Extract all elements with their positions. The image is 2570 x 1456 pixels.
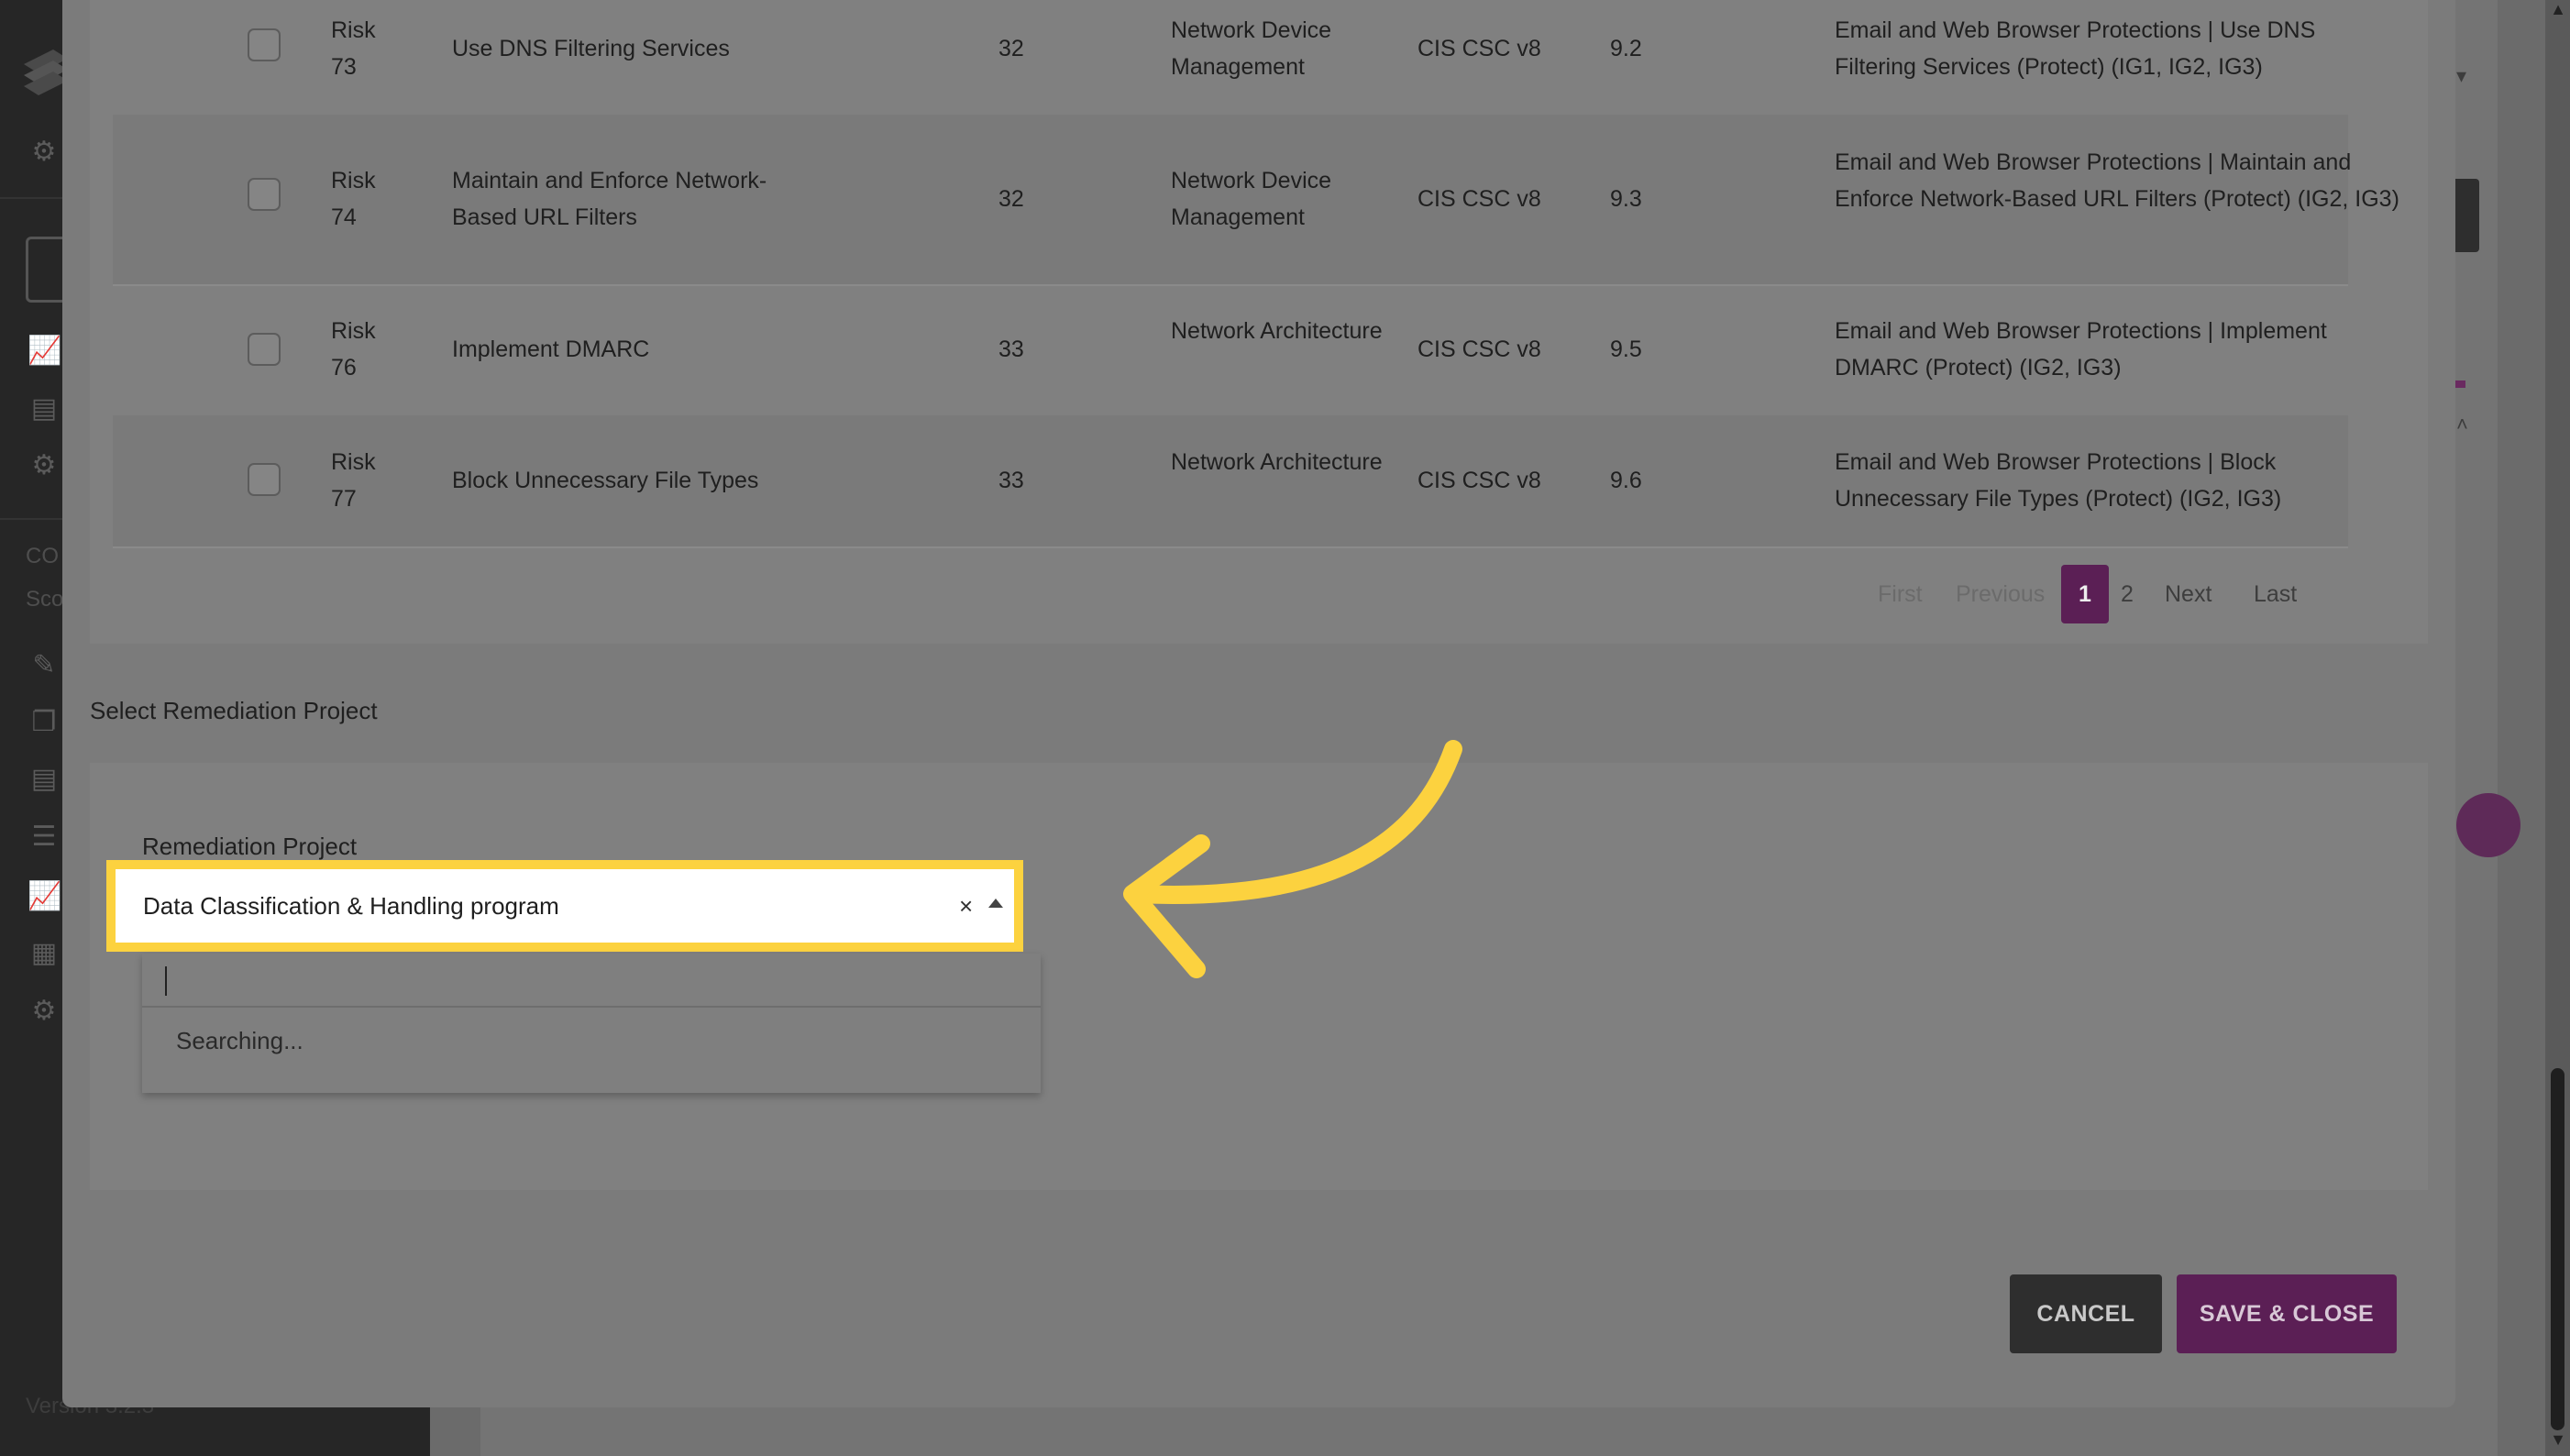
row-checkbox[interactable] — [248, 333, 281, 366]
save-close-button[interactable]: SAVE & CLOSE — [2177, 1274, 2397, 1353]
risk-score: 32 — [998, 36, 1024, 61]
row-checkbox[interactable] — [248, 463, 281, 496]
document-icon[interactable]: ▤ — [28, 392, 61, 425]
chevron-up-icon[interactable]: ˄ — [2456, 413, 2468, 436]
risk-control: 9.2 — [1610, 36, 1642, 61]
risk-id: Risk 77 — [331, 449, 376, 512]
risk-framework: CIS CSC v8 — [1417, 186, 1541, 212]
risk-framework: CIS CSC v8 — [1417, 36, 1541, 61]
risk-framework: CIS CSC v8 — [1417, 468, 1541, 493]
risk-score: 33 — [998, 336, 1024, 362]
dropdown-search-input[interactable] — [142, 954, 1041, 1008]
table-row[interactable]: Risk 74 Maintain and Enforce Network-Bas… — [113, 115, 2399, 286]
risk-title: Maintain and Enforce Network-Based URL F… — [452, 168, 767, 230]
row-checkbox[interactable] — [248, 178, 281, 211]
arrow-callout — [1123, 740, 1462, 978]
cancel-button[interactable]: CANCEL — [2010, 1274, 2162, 1353]
gear-icon[interactable]: ⚙ — [28, 136, 61, 169]
risk-control: 9.5 — [1610, 336, 1642, 362]
pagination-previous[interactable]: Previous — [1956, 565, 2045, 623]
pagination: First Previous 1 2 Next Last — [62, 565, 2455, 623]
table-row[interactable]: Risk 73 Use DNS Filtering Services 32 Ne… — [113, 0, 2348, 116]
clear-icon[interactable]: × — [959, 869, 973, 943]
risk-description: Email and Web Browser Protections | Main… — [1835, 149, 2399, 212]
edit-icon[interactable]: ✎ — [28, 649, 61, 682]
select-dropdown: Searching... — [142, 954, 1041, 1093]
risk-description: Email and Web Browser Protections | Bloc… — [1835, 449, 2282, 512]
risk-score: 32 — [998, 186, 1024, 212]
remediation-project-select[interactable]: Data Classification & Handling program × — [106, 860, 1023, 952]
row-checkbox[interactable] — [248, 28, 281, 61]
grid-icon[interactable]: ▦ — [28, 937, 61, 970]
page-scrollbar[interactable]: ▲ ▼ — [2545, 0, 2570, 1456]
scroll-down-icon[interactable]: ▼ — [2549, 1430, 2567, 1450]
risk-id: Risk 74 — [331, 168, 376, 230]
dropdown-status: Searching... — [176, 1027, 303, 1054]
risk-score: 33 — [998, 468, 1024, 493]
text-cursor — [165, 966, 167, 996]
risk-title: Implement DMARC — [452, 336, 650, 362]
risk-category: Network Architecture — [1171, 318, 1383, 344]
pagination-first[interactable]: First — [1878, 565, 1923, 623]
sidebar-heading: CO — [26, 544, 59, 568]
field-label: Remediation Project — [142, 833, 358, 860]
list-icon[interactable]: ☰ — [28, 821, 61, 854]
copy-icon[interactable]: ❐ — [28, 706, 61, 739]
chevron-down-icon[interactable]: ▾ — [2456, 64, 2466, 88]
risk-title: Use DNS Filtering Services — [452, 36, 730, 61]
chart-icon[interactable]: 📈 — [28, 335, 61, 368]
sidebar-subheading: Sco — [26, 587, 64, 612]
risk-category: Network Device Management — [1171, 168, 1332, 230]
risk-id: Risk 76 — [331, 318, 376, 381]
risk-category: Network Architecture — [1171, 449, 1383, 475]
pagination-page-2[interactable]: 2 — [2121, 565, 2134, 623]
risk-id: Risk 73 — [331, 17, 376, 80]
scroll-up-icon[interactable]: ▲ — [2549, 0, 2567, 19]
scrollbar-thumb[interactable] — [2551, 1068, 2564, 1430]
risk-description: Email and Web Browser Protections | Impl… — [1835, 318, 2327, 381]
caret-up-icon[interactable] — [988, 899, 1003, 908]
risk-framework: CIS CSC v8 — [1417, 336, 1541, 362]
risk-description: Email and Web Browser Protections | Use … — [1835, 17, 2316, 80]
table-row[interactable]: Risk 76 Implement DMARC 33 Network Archi… — [113, 284, 2348, 417]
section-title: Select Remediation Project — [90, 697, 378, 724]
risk-title: Block Unnecessary File Types — [452, 468, 759, 493]
pagination-next[interactable]: Next — [2165, 565, 2212, 623]
pagination-last[interactable]: Last — [2254, 565, 2297, 623]
select-value: Data Classification & Handling program — [143, 892, 559, 920]
gear-icon[interactable]: ⚙ — [28, 449, 61, 482]
document-icon[interactable]: ▤ — [28, 763, 61, 796]
background-fab[interactable] — [2456, 793, 2520, 857]
risk-control: 9.3 — [1610, 186, 1642, 212]
risk-control: 9.6 — [1610, 468, 1642, 493]
table-row[interactable]: Risk 77 Block Unnecessary File Types 33 … — [113, 415, 2348, 548]
chart-icon[interactable]: 📈 — [28, 880, 61, 913]
pagination-page-1[interactable]: 1 — [2061, 565, 2109, 623]
risk-modal: Risk 73 Use DNS Filtering Services 32 Ne… — [62, 0, 2455, 1407]
risk-category: Network Device Management — [1171, 17, 1332, 80]
gear-icon[interactable]: ⚙ — [28, 995, 61, 1028]
